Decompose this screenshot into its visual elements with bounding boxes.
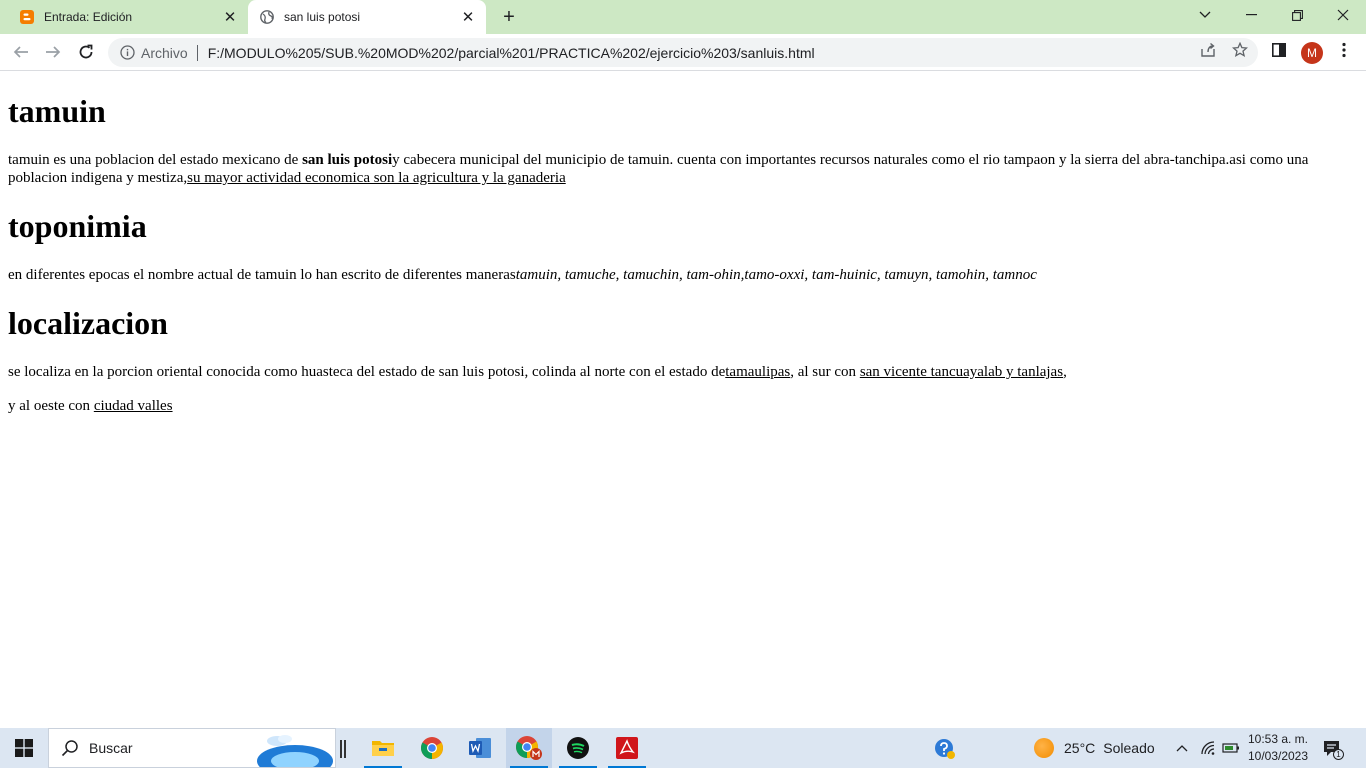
- back-arrow-icon[interactable]: [6, 37, 36, 67]
- tab-search-chevron-down-icon[interactable]: [1182, 0, 1228, 30]
- tab-title: Entrada: Edición: [44, 10, 133, 24]
- taskbar-clock[interactable]: 10:53 a. m. 10/03/2023: [1240, 731, 1316, 765]
- tab-strip: Entrada: Edición ✕ san luis potosi ✕ +: [0, 0, 1366, 34]
- italic-text: tamuin, tamuche, tamuchin, tam-ohin,tamo…: [515, 267, 1037, 283]
- weather-temp: 25°C: [1064, 740, 1096, 756]
- search-icon: [61, 739, 79, 757]
- heading-localizacion: localizacion: [8, 305, 168, 341]
- bold-text: san luis potosi: [302, 152, 393, 168]
- heading-toponimia: toponimia: [8, 208, 147, 244]
- text: en diferentes epocas el nombre actual de…: [8, 267, 516, 283]
- clock-time: 10:53 a. m.: [1247, 732, 1309, 746]
- text: , al sur con: [790, 364, 860, 380]
- word-icon[interactable]: [457, 728, 503, 768]
- page-content: tamuin tamuin es una poblacion del estad…: [8, 71, 1358, 415]
- globe-icon: [260, 10, 274, 24]
- heading-tamuin: tamuin: [8, 93, 106, 129]
- battery-icon[interactable]: [1222, 739, 1240, 757]
- search-placeholder: Buscar: [89, 740, 133, 756]
- search-highlight-illustration-icon: [255, 733, 335, 767]
- weather-condition: Soleado: [1103, 740, 1155, 756]
- omnibox-divider: [196, 44, 198, 61]
- text: se localiza en la porcion oriental conoc…: [8, 364, 726, 380]
- url-text[interactable]: F:/MODULO%205/SUB.%20MOD%202/parcial%201…: [208, 45, 815, 61]
- text: y al oeste con: [8, 398, 94, 414]
- chrome-profile-icon[interactable]: [506, 728, 552, 768]
- wifi-icon[interactable]: [1199, 739, 1217, 757]
- chevron-up-icon[interactable]: [1173, 739, 1191, 757]
- bookmark-star-icon[interactable]: [1231, 41, 1249, 59]
- file-explorer-icon[interactable]: [360, 728, 406, 768]
- close-tab-icon[interactable]: ✕: [220, 7, 240, 27]
- taskbar: Buscar 25°C Soleado 10:53 a. m. 10/03/20…: [0, 728, 1366, 768]
- chrome-icon[interactable]: [409, 728, 455, 768]
- acrobat-icon[interactable]: [604, 728, 650, 768]
- taskbar-search-input[interactable]: Buscar: [48, 728, 336, 768]
- paragraph-localizacion: se localiza en la porcion oriental conoc…: [8, 363, 1358, 381]
- paragraph-toponimia: en diferentes epocas el nombre actual de…: [8, 266, 1358, 284]
- security-chip[interactable]: Archivo: [141, 45, 188, 61]
- tab-entrada-edicion[interactable]: Entrada: Edición ✕: [8, 0, 248, 34]
- notification-count: 1: [1336, 750, 1341, 759]
- forward-arrow-icon[interactable]: [38, 37, 68, 67]
- clock-date: 10/03/2023: [1247, 749, 1309, 763]
- reload-icon[interactable]: [71, 37, 101, 67]
- spotify-icon[interactable]: [555, 728, 601, 768]
- share-icon[interactable]: [1199, 41, 1217, 59]
- menu-kebab-icon[interactable]: [1335, 41, 1353, 59]
- text: tamuin es una poblacion del estado mexic…: [8, 152, 303, 168]
- link-actividad-economica[interactable]: su mayor actividad economica son la agri…: [187, 170, 566, 186]
- sun-icon: [1034, 738, 1054, 758]
- link-san-vicente[interactable]: san vicente tancuayalab y tanlajas: [860, 364, 1063, 380]
- link-tamaulipas[interactable]: tamaulipas: [725, 364, 790, 380]
- help-tips-icon[interactable]: [934, 738, 956, 760]
- paragraph-oeste: y al oeste con ciudad valles: [8, 397, 1358, 415]
- tab-san-luis-potosi[interactable]: san luis potosi ✕: [248, 0, 486, 34]
- text: ,: [1063, 364, 1067, 380]
- blogger-icon: [20, 10, 34, 24]
- browser-toolbar: Archivo F:/MODULO%205/SUB.%20MOD%202/par…: [0, 34, 1366, 71]
- task-view-icon[interactable]: [340, 740, 348, 758]
- link-ciudad-valles[interactable]: ciudad valles: [94, 398, 173, 414]
- restore-icon[interactable]: [1274, 0, 1320, 30]
- info-icon[interactable]: [119, 45, 135, 61]
- tab-title: san luis potosi: [284, 10, 361, 24]
- profile-avatar[interactable]: M: [1301, 42, 1323, 64]
- new-tab-button[interactable]: +: [497, 6, 521, 28]
- weather-widget[interactable]: 25°C Soleado: [1034, 728, 1155, 768]
- notifications-icon[interactable]: 1: [1322, 738, 1344, 760]
- address-bar[interactable]: Archivo F:/MODULO%205/SUB.%20MOD%202/par…: [108, 38, 1258, 67]
- side-panel-icon[interactable]: [1270, 41, 1288, 59]
- minimize-icon[interactable]: [1228, 0, 1274, 30]
- close-tab-icon[interactable]: ✕: [458, 7, 478, 27]
- windows-start-icon[interactable]: [0, 728, 48, 768]
- close-window-icon[interactable]: [1320, 0, 1366, 30]
- paragraph-tamuin: tamuin es una poblacion del estado mexic…: [8, 151, 1358, 187]
